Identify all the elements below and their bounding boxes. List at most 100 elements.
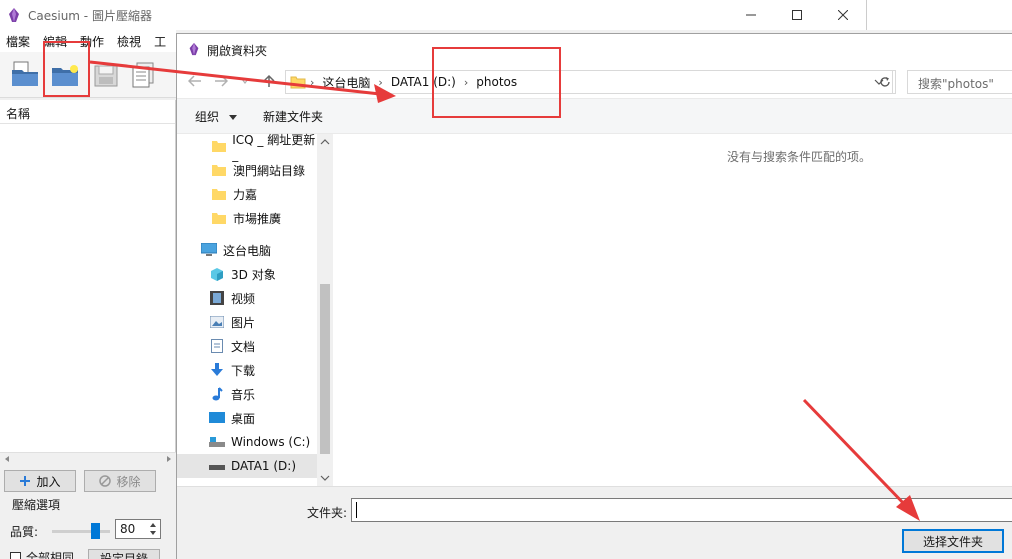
scroll-down-icon[interactable] — [320, 474, 330, 482]
list-buttons: 加入 移除 — [0, 467, 176, 493]
folder-input[interactable] — [351, 498, 1012, 522]
scroll-up-icon[interactable] — [320, 138, 330, 146]
breadcrumb-this-pc[interactable]: 这台电脑 — [318, 74, 374, 91]
list-scrollbar[interactable] — [0, 452, 176, 464]
app-title: Caesium - 圖片壓縮器 — [28, 9, 152, 23]
navigation-pane: ICQ _ 網址更新_ 澳門網站目錄 力嘉 市場推廣 这台电脑 3D 对象 视频 — [177, 133, 333, 486]
recent-dropdown[interactable] — [235, 72, 255, 90]
caesium-logo-icon — [9, 8, 19, 22]
save-icon — [94, 65, 118, 87]
minimize-icon — [746, 14, 756, 16]
folder-icon — [211, 186, 227, 202]
document-button[interactable] — [126, 56, 160, 92]
music-icon — [209, 386, 225, 402]
compression-options: 壓縮選項 品質: 80 全部相同 設定目錄 — [2, 493, 174, 559]
text-caret — [356, 502, 357, 518]
back-button[interactable] — [185, 72, 205, 90]
arrow-left-icon — [188, 75, 201, 87]
select-folder-button[interactable]: 选择文件夹 — [902, 529, 1004, 553]
address-bar[interactable]: › 这台电脑 › DATA1 (D:) › photos — [285, 70, 893, 94]
nav-item-label: 桌面 — [231, 411, 256, 426]
nav-item-pictures[interactable]: 图片 — [177, 310, 317, 334]
same-for-all-checkbox[interactable] — [10, 552, 21, 559]
image-list[interactable]: 名稱 — [0, 100, 176, 464]
titlebar-divider — [866, 0, 867, 30]
plus-icon — [20, 476, 31, 486]
menu-view[interactable]: 檢視 — [111, 30, 148, 52]
nav-item-documents[interactable]: 文档 — [177, 334, 317, 358]
set-directory-button[interactable]: 設定目錄 — [88, 549, 160, 559]
nav-item-downloads[interactable]: 下载 — [177, 358, 317, 382]
open-folder-dialog: 開啟資料夾 › 这台电脑 › DATA1 (D:) › photos 搜索"ph… — [176, 33, 1012, 559]
refresh-icon — [879, 77, 890, 87]
maximize-button[interactable] — [774, 0, 820, 30]
quality-spinbox[interactable]: 80 — [115, 519, 161, 539]
nav-pane-scrollbar[interactable] — [317, 134, 333, 486]
dialog-footer: 文件夹: 选择文件夹 — [177, 486, 1012, 559]
quality-value: 80 — [120, 522, 136, 536]
highlight-box-folder-button — [43, 41, 90, 97]
arrow-up-icon — [263, 74, 275, 87]
pictures-icon — [209, 314, 225, 330]
command-bar: 组织 新建文件夹 — [177, 98, 1012, 134]
nav-item-music[interactable]: 音乐 — [177, 382, 317, 406]
nav-item-label: 文档 — [231, 339, 256, 354]
dialog-title: 開啟資料夾 — [207, 44, 268, 58]
download-icon — [209, 362, 225, 378]
nav-item-drive-c[interactable]: Windows (C:) — [177, 430, 317, 454]
document-copy-icon — [132, 62, 154, 88]
file-list-area[interactable]: 没有与搜索条件匹配的项。 — [333, 134, 1012, 486]
remove-button[interactable]: 移除 — [84, 470, 156, 492]
nav-item-folder[interactable]: ICQ _ 網址更新_ — [177, 133, 317, 162]
nav-item-desktop[interactable]: 桌面 — [177, 406, 317, 430]
folder-icon — [211, 210, 227, 226]
compression-title: 壓縮選項 — [12, 498, 61, 512]
close-icon — [838, 10, 848, 20]
add-button-label: 加入 — [36, 474, 61, 489]
chevron-down-icon — [241, 78, 249, 84]
nav-item-label: 市場推廣 — [233, 211, 282, 226]
search-input[interactable]: 搜索"photos" — [907, 70, 1012, 94]
menu-file[interactable]: 檔案 — [0, 30, 37, 52]
new-folder-button[interactable]: 新建文件夹 — [263, 108, 323, 125]
breadcrumb-separator: › — [310, 75, 315, 89]
highlight-box-path — [432, 47, 561, 118]
caret-down-icon — [228, 115, 237, 120]
breadcrumb-separator[interactable]: › — [374, 76, 386, 89]
refresh-button[interactable] — [874, 70, 896, 94]
nav-item-folder[interactable]: 力嘉 — [177, 182, 317, 206]
open-files-button[interactable] — [8, 56, 42, 92]
spin-arrows-icon[interactable] — [148, 521, 158, 537]
nav-item-3d-objects[interactable]: 3D 对象 — [177, 262, 317, 286]
nav-item-label: 力嘉 — [233, 187, 258, 202]
nav-item-label: 下载 — [231, 363, 256, 378]
close-button[interactable] — [820, 0, 866, 30]
nav-item-label: 图片 — [231, 315, 256, 330]
add-button[interactable]: 加入 — [4, 470, 76, 492]
folder-icon — [211, 138, 226, 154]
organize-menu[interactable]: 组织 — [195, 108, 237, 125]
quality-slider[interactable] — [52, 523, 110, 539]
video-icon — [209, 290, 225, 306]
nav-item-folder[interactable]: 澳門網站目錄 — [177, 158, 317, 182]
app-titlebar: Caesium - 圖片壓縮器 — [0, 0, 1012, 30]
nav-item-videos[interactable]: 视频 — [177, 286, 317, 310]
minimize-button[interactable] — [728, 0, 774, 30]
menu-tools[interactable]: 工 — [148, 30, 173, 52]
save-button[interactable] — [88, 56, 122, 92]
maximize-icon — [792, 10, 802, 20]
same-for-all-label: 全部相同 — [26, 551, 75, 559]
slider-thumb[interactable] — [91, 523, 100, 539]
organize-label: 组织 — [195, 110, 220, 124]
nav-item-drive-d[interactable]: DATA1 (D:) — [177, 454, 317, 478]
nav-item-label: 视频 — [231, 291, 256, 306]
nav-item-label: 音乐 — [231, 387, 256, 402]
nav-item-label: ICQ _ 網址更新_ — [232, 132, 316, 162]
list-header-name[interactable]: 名稱 — [0, 100, 175, 124]
forward-button[interactable] — [211, 72, 231, 90]
nav-item-folder[interactable]: 市場推廣 — [177, 206, 317, 230]
nav-item-this-pc[interactable]: 这台电脑 — [177, 238, 317, 262]
scrollbar-thumb[interactable] — [320, 284, 330, 454]
arrow-right-icon — [215, 75, 228, 87]
up-button[interactable] — [259, 72, 279, 90]
